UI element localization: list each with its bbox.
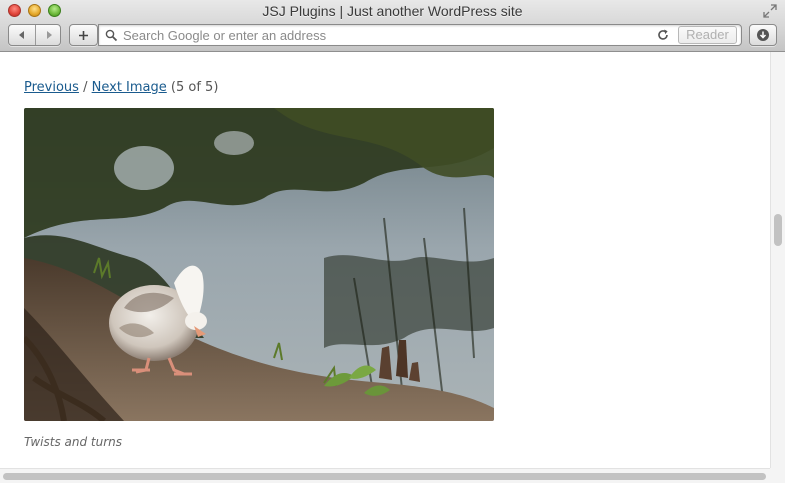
fullscreen-icon[interactable]: [763, 4, 777, 18]
image-navigation: Previous / Next Image (5 of 5): [24, 80, 218, 95]
horizontal-scrollbar-thumb[interactable]: [3, 473, 766, 480]
forward-arrow-icon: [46, 31, 52, 39]
back-button[interactable]: [9, 25, 35, 45]
image-counter: (5 of 5): [170, 80, 219, 95]
vertical-scrollbar-thumb[interactable]: [774, 214, 782, 246]
page-content: Previous / Next Image (5 of 5) Twists an…: [0, 52, 770, 468]
reader-button[interactable]: Reader: [678, 26, 737, 44]
browser-toolbar: JSJ Plugins | Just another WordPress sit…: [0, 0, 785, 52]
next-image-link[interactable]: Next Image: [92, 80, 167, 95]
plus-icon: [79, 30, 88, 40]
add-bookmark-button[interactable]: [69, 24, 98, 46]
previous-link[interactable]: Previous: [24, 80, 79, 95]
back-arrow-icon: [19, 31, 24, 39]
attachment-image[interactable]: [24, 108, 494, 421]
downloads-button[interactable]: [749, 24, 777, 46]
forward-button[interactable]: [36, 25, 61, 45]
vertical-scrollbar-track[interactable]: [770, 52, 785, 468]
download-icon: [757, 29, 769, 41]
window-title: JSJ Plugins | Just another WordPress sit…: [262, 3, 523, 19]
address-bar: Reader: [98, 24, 742, 46]
back-forward-group: [8, 24, 61, 46]
nav-separator: /: [83, 80, 88, 95]
search-icon: [105, 29, 118, 42]
reload-icon[interactable]: [656, 28, 670, 42]
scrollbar-corner: [770, 468, 785, 483]
address-input[interactable]: [123, 27, 633, 43]
image-caption: Twists and turns: [24, 435, 123, 449]
